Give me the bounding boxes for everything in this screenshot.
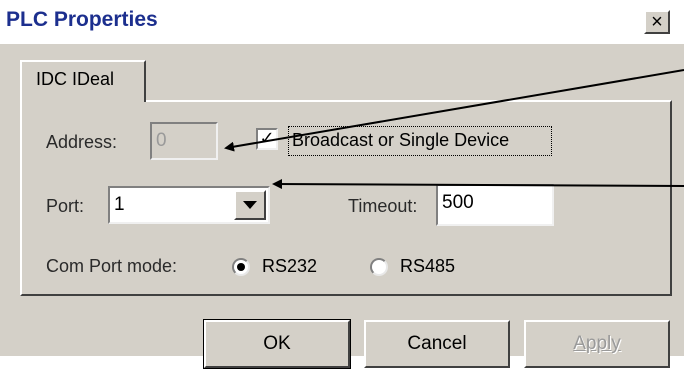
annotation-arrows bbox=[224, 69, 684, 190]
arrow-to-port-dropdown bbox=[272, 179, 684, 190]
arrow-to-address bbox=[224, 69, 684, 152]
